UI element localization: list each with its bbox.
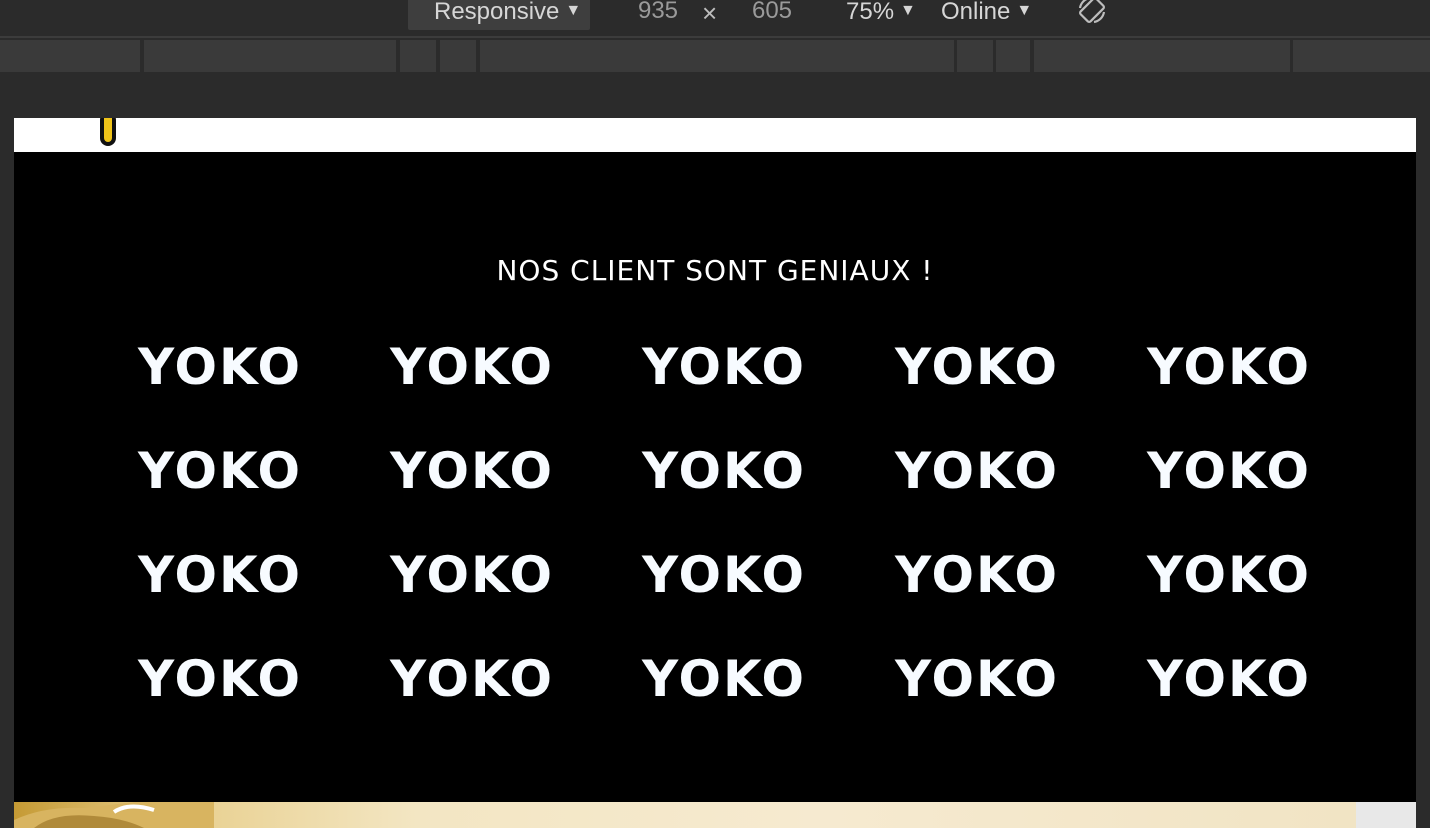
chevron-down-icon: ▼ (565, 2, 582, 19)
client-logo: YOKO (1147, 650, 1311, 708)
client-logo: YOKO (642, 442, 806, 500)
clients-section-title: NOS CLIENT SONT GENIAUX ! (496, 254, 934, 287)
client-logo-row: YOKO YOKO YOKO YOKO YOKO (120, 644, 1360, 748)
devtools-device-toolbar: Responsive ▼ 935 × 605 75% ▼ Online ▼ (0, 0, 1430, 38)
width-input[interactable]: 935 (618, 0, 698, 30)
zoom-select[interactable]: 75% ▼ (846, 0, 916, 30)
next-section-image-fragment (14, 802, 214, 828)
device-select[interactable]: Responsive ▼ (408, 0, 590, 30)
media-query-segment[interactable] (996, 40, 1030, 72)
media-query-segment[interactable] (144, 40, 396, 72)
client-logo: YOKO (895, 338, 1059, 396)
client-logo: YOKO (390, 442, 554, 500)
height-input[interactable]: 605 (732, 0, 812, 30)
throttling-select[interactable]: Online ▼ (941, 0, 1032, 30)
media-query-segment[interactable] (480, 40, 954, 72)
rotate-icon (1078, 0, 1106, 24)
media-query-segment[interactable] (1293, 40, 1430, 72)
client-logo: YOKO (642, 546, 806, 604)
media-query-bar (0, 40, 1430, 72)
site-header-strip (14, 118, 1416, 152)
client-logo: YOKO (390, 546, 554, 604)
media-query-segment[interactable] (0, 40, 140, 72)
media-query-segment[interactable] (400, 40, 436, 72)
media-query-segment[interactable] (440, 40, 476, 72)
zoom-label: 75% (846, 0, 895, 25)
client-logo: YOKO (642, 338, 806, 396)
client-logo-row: YOKO YOKO YOKO YOKO YOKO (120, 436, 1360, 540)
client-logo-row: YOKO YOKO YOKO YOKO YOKO (120, 332, 1360, 436)
client-logo-grid: YOKO YOKO YOKO YOKO YOKO YOKO YOKO YOKO … (120, 332, 1360, 748)
client-logo: YOKO (138, 546, 302, 604)
site-logo-fragment (100, 118, 116, 146)
client-logo: YOKO (1147, 338, 1311, 396)
device-label: Responsive (434, 0, 560, 25)
chevron-down-icon: ▼ (1016, 2, 1033, 19)
client-logo: YOKO (642, 650, 806, 708)
dimension-separator: × (702, 0, 718, 28)
media-query-segment[interactable] (1034, 40, 1290, 72)
next-section-image (14, 802, 1356, 828)
client-logo: YOKO (895, 546, 1059, 604)
client-logo: YOKO (390, 650, 554, 708)
client-logo: YOKO (138, 650, 302, 708)
client-logo: YOKO (138, 442, 302, 500)
client-logo: YOKO (895, 650, 1059, 708)
client-logo: YOKO (1147, 442, 1311, 500)
client-logo: YOKO (390, 338, 554, 396)
media-query-segment[interactable] (957, 40, 993, 72)
page-viewport: NOS CLIENT SONT GENIAUX ! YOKO YOKO YOKO… (14, 118, 1416, 828)
client-logo: YOKO (138, 338, 302, 396)
rotate-button[interactable] (1076, 0, 1108, 26)
chevron-down-icon: ▼ (900, 2, 916, 19)
scrollbar-gutter[interactable] (1356, 802, 1416, 828)
throttling-label: Online (941, 0, 1011, 25)
client-logo: YOKO (1147, 546, 1311, 604)
client-logo: YOKO (895, 442, 1059, 500)
client-logo-row: YOKO YOKO YOKO YOKO YOKO (120, 540, 1360, 644)
